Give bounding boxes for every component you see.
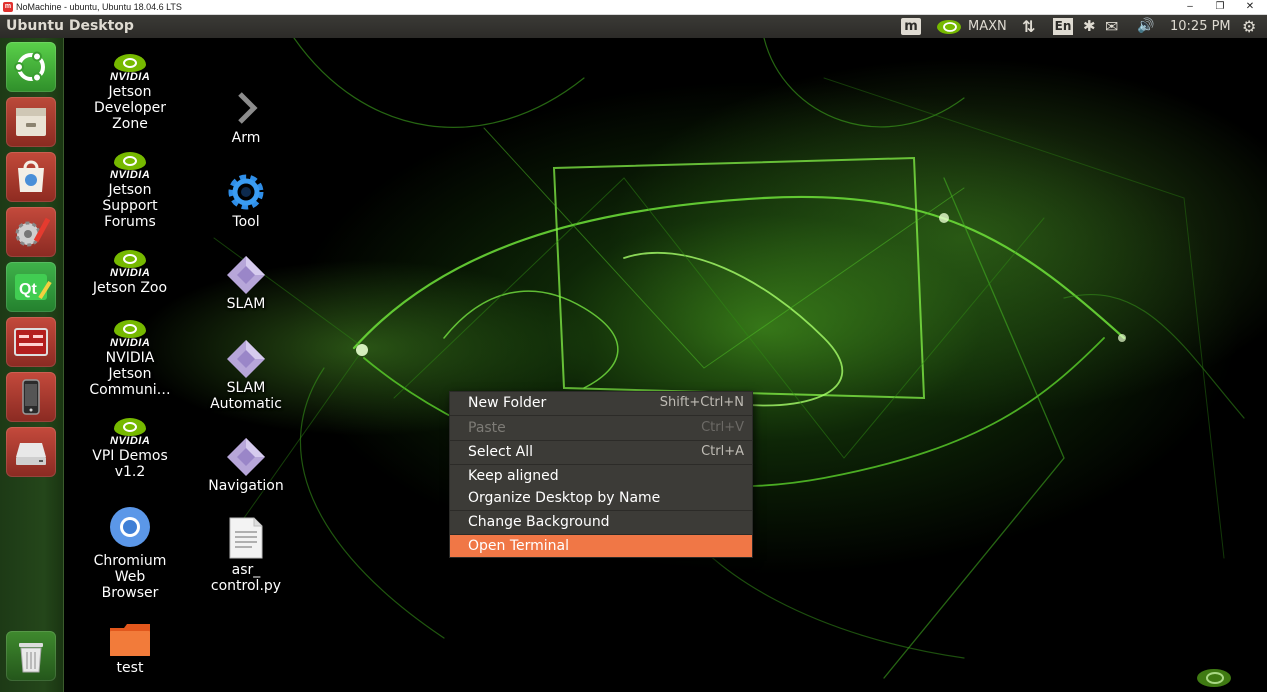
desktop-icon-arm[interactable]: Arm — [191, 88, 301, 146]
nvidia-icon: NVIDIA — [110, 320, 150, 350]
top-panel: Ubuntu Desktop m MAXN ⇅ En ✱ ✉ 🔊 10:25 P… — [0, 15, 1267, 38]
desktop-icon-label: SLAM Automatic — [210, 380, 282, 412]
menu-item-organize-desktop[interactable]: Organize Desktop by Name — [450, 487, 752, 509]
clock[interactable]: 10:25 PM — [1170, 15, 1231, 38]
desktop-icon-label: asr_ control.py — [210, 562, 282, 594]
desktop-icon-label: Chromium Web Browser — [93, 553, 167, 601]
settings-gear-icon[interactable]: ⚙ — [1242, 15, 1256, 38]
desktop-icon-label: SLAM — [226, 296, 266, 312]
power-mode-label[interactable]: MAXN — [968, 15, 1007, 38]
nvidia-power-icon[interactable] — [935, 15, 965, 38]
mail-icon[interactable]: ✉ — [1105, 15, 1118, 38]
desktop-icon-label: Jetson Developer Zone — [93, 84, 166, 132]
nvidia-watermark-icon — [1194, 666, 1234, 688]
nvidia-icon: NVIDIA — [110, 152, 150, 182]
desktop-context-menu: New Folder Shift+Ctrl+N Paste Ctrl+V Selec… — [449, 391, 753, 558]
menu-item-open-terminal[interactable]: Open Terminal — [450, 535, 752, 557]
desktop-icon-label: VPI Demos v1.2 — [92, 448, 168, 480]
desktop-icon-label: test — [116, 660, 144, 676]
desktop-icon-chromium[interactable]: Chromium Web Browser — [75, 505, 185, 601]
menu-item-new-folder[interactable]: New Folder Shift+Ctrl+N — [450, 392, 752, 414]
folder-icon — [108, 622, 152, 658]
close-button[interactable]: ✕ — [1238, 0, 1262, 14]
desktop-icon-tool[interactable]: Tool — [191, 170, 301, 230]
nvidia-icon: NVIDIA — [110, 418, 150, 448]
launcher-icon — [225, 436, 267, 478]
drive-icon[interactable] — [6, 427, 56, 477]
minimize-button[interactable]: – — [1178, 0, 1202, 14]
text-file-icon — [228, 516, 264, 560]
panel-title: Ubuntu Desktop — [6, 18, 134, 34]
desktop-icon-slam[interactable]: SLAM — [191, 254, 301, 312]
menu-item-change-background[interactable]: Change Background — [450, 511, 752, 533]
menu-separator — [450, 415, 752, 416]
desktop-icon-jetson-support-forums[interactable]: NVIDIA Jetson Support Forums — [75, 152, 185, 230]
desktop-icon-vpi-demos[interactable]: NVIDIA VPI Demos v1.2 — [75, 418, 185, 480]
launcher-icon — [225, 338, 267, 380]
files-icon[interactable] — [6, 97, 56, 147]
desktop-icon-nvidia-jetson-community[interactable]: NVIDIA NVIDIA Jetson Communi… — [75, 320, 185, 398]
keyboard-layout-indicator[interactable]: En — [1053, 18, 1073, 35]
launcher-icon — [225, 254, 267, 296]
desktop-icon-slam-automatic[interactable]: SLAM Automatic — [191, 338, 301, 412]
nomachine-logo-icon: m — [3, 2, 13, 12]
network-icon[interactable]: ⇅ — [1022, 15, 1035, 38]
nvidia-icon: NVIDIA — [110, 54, 150, 84]
desktop-icon-label: Navigation — [208, 478, 284, 494]
desktop-icon-test[interactable]: test — [75, 622, 185, 676]
desktop-icon-label: NVIDIA Jetson Communi… — [89, 350, 171, 398]
svg-text:Qt: Qt — [19, 281, 37, 298]
qt-creator-icon[interactable]: Qt — [6, 262, 56, 312]
menu-item-keep-aligned[interactable]: Keep aligned — [450, 465, 752, 487]
restore-button[interactable]: ❐ — [1208, 0, 1232, 14]
nomachine-tray-icon[interactable]: m — [901, 18, 921, 35]
chromium-icon — [108, 505, 152, 549]
desktop-icon-navigation[interactable]: Navigation — [191, 436, 301, 494]
nomachine-titlebar: m NoMachine - ubuntu, Ubuntu 18.04.6 LTS… — [0, 0, 1267, 15]
ubuntu-home-icon[interactable] — [6, 42, 56, 92]
phone-icon[interactable] — [6, 372, 56, 422]
volume-icon[interactable]: 🔊 — [1137, 15, 1154, 38]
nvidia-icon: NVIDIA — [110, 250, 150, 280]
trash-icon[interactable] — [6, 631, 56, 681]
desktop-icon-label: Jetson Zoo — [92, 280, 168, 296]
window-title: NoMachine - ubuntu, Ubuntu 18.04.6 LTS — [16, 2, 182, 12]
unity-launcher: Qt — [0, 38, 64, 692]
terminal-app-icon[interactable] — [6, 317, 56, 367]
desktop-icon-label: Arm — [231, 130, 261, 146]
menu-item-paste[interactable]: Paste Ctrl+V — [450, 417, 752, 439]
desktop-icon-label: Tool — [232, 214, 260, 230]
desktop-icon-label: Jetson Support Forums — [102, 182, 158, 230]
desktop-icon-asr-control[interactable]: asr_ control.py — [191, 516, 301, 594]
gear-icon — [224, 170, 268, 214]
system-settings-icon[interactable] — [6, 207, 56, 257]
menu-item-select-all[interactable]: Select All Ctrl+A — [450, 441, 752, 463]
desktop-icon-jetson-zoo[interactable]: NVIDIA Jetson Zoo — [75, 250, 185, 296]
chevron-right-icon — [226, 88, 266, 128]
software-center-icon[interactable] — [6, 152, 56, 202]
desktop-icon-jetson-developer-zone[interactable]: NVIDIA Jetson Developer Zone — [75, 54, 185, 132]
bluetooth-icon[interactable]: ✱ — [1083, 15, 1096, 38]
